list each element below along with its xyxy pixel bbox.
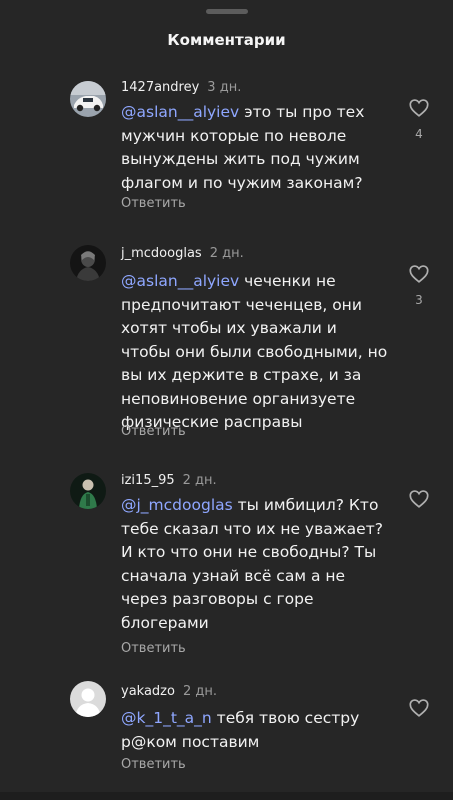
comments-sheet: Комментарии 1427andrey 3 дн. @aslan__alyi… [0,0,453,800]
heart-icon[interactable] [408,697,430,719]
comment-time: 2 дн. [209,246,244,261]
comment-text: @aslan__alyiev это ты про тех мужчин кот… [121,101,391,195]
heart-icon[interactable] [408,97,430,119]
comment-body: ты имбицил? Кто тебе сказал что их не ув… [121,496,383,632]
emoji-bar-edge [0,792,453,800]
drag-handle[interactable] [206,9,248,14]
comment-time: 2 дн. [182,684,217,699]
reply-button[interactable]: Ответить [121,641,186,656]
like-count: 4 [415,127,423,141]
comment-text: @j_mcdooglas ты имбицил? Кто тебе сказал… [121,494,391,635]
comment-body: чеченки не предпочитают чеченцев, они хо… [121,272,388,431]
comment-username[interactable]: izi15_95 [121,473,175,488]
mention-link[interactable]: @k_1_t_a_n [121,709,212,727]
car-avatar[interactable] [70,81,106,117]
comment-text: @aslan__alyiev чеченки не предпочитают ч… [121,270,391,435]
page-title: Комментарии [167,31,286,49]
comment-username[interactable]: 1427andrey [121,80,199,95]
comment-time: 2 дн. [182,473,217,488]
comment-username[interactable]: j_mcdooglas [121,246,202,261]
mention-link[interactable]: @aslan__alyiev [121,103,239,121]
dark-figure-avatar[interactable] [70,245,106,281]
reply-button[interactable]: Ответить [121,424,186,439]
heart-icon[interactable] [408,263,430,285]
like-count: 3 [415,293,423,307]
mention-link[interactable]: @j_mcdooglas [121,496,233,514]
mention-link[interactable]: @aslan__alyiev [121,272,239,290]
comment-username[interactable]: yakadzo [121,684,175,699]
heart-icon[interactable] [408,488,430,510]
green-figure-avatar[interactable] [70,473,106,509]
reply-button[interactable]: Ответить [121,196,186,211]
default-avatar[interactable] [70,681,106,717]
comment-text: @k_1_t_a_n тебя твою сестру р@ком постав… [121,707,391,754]
reply-button[interactable]: Ответить [121,757,186,772]
comment-time: 3 дн. [207,80,242,95]
